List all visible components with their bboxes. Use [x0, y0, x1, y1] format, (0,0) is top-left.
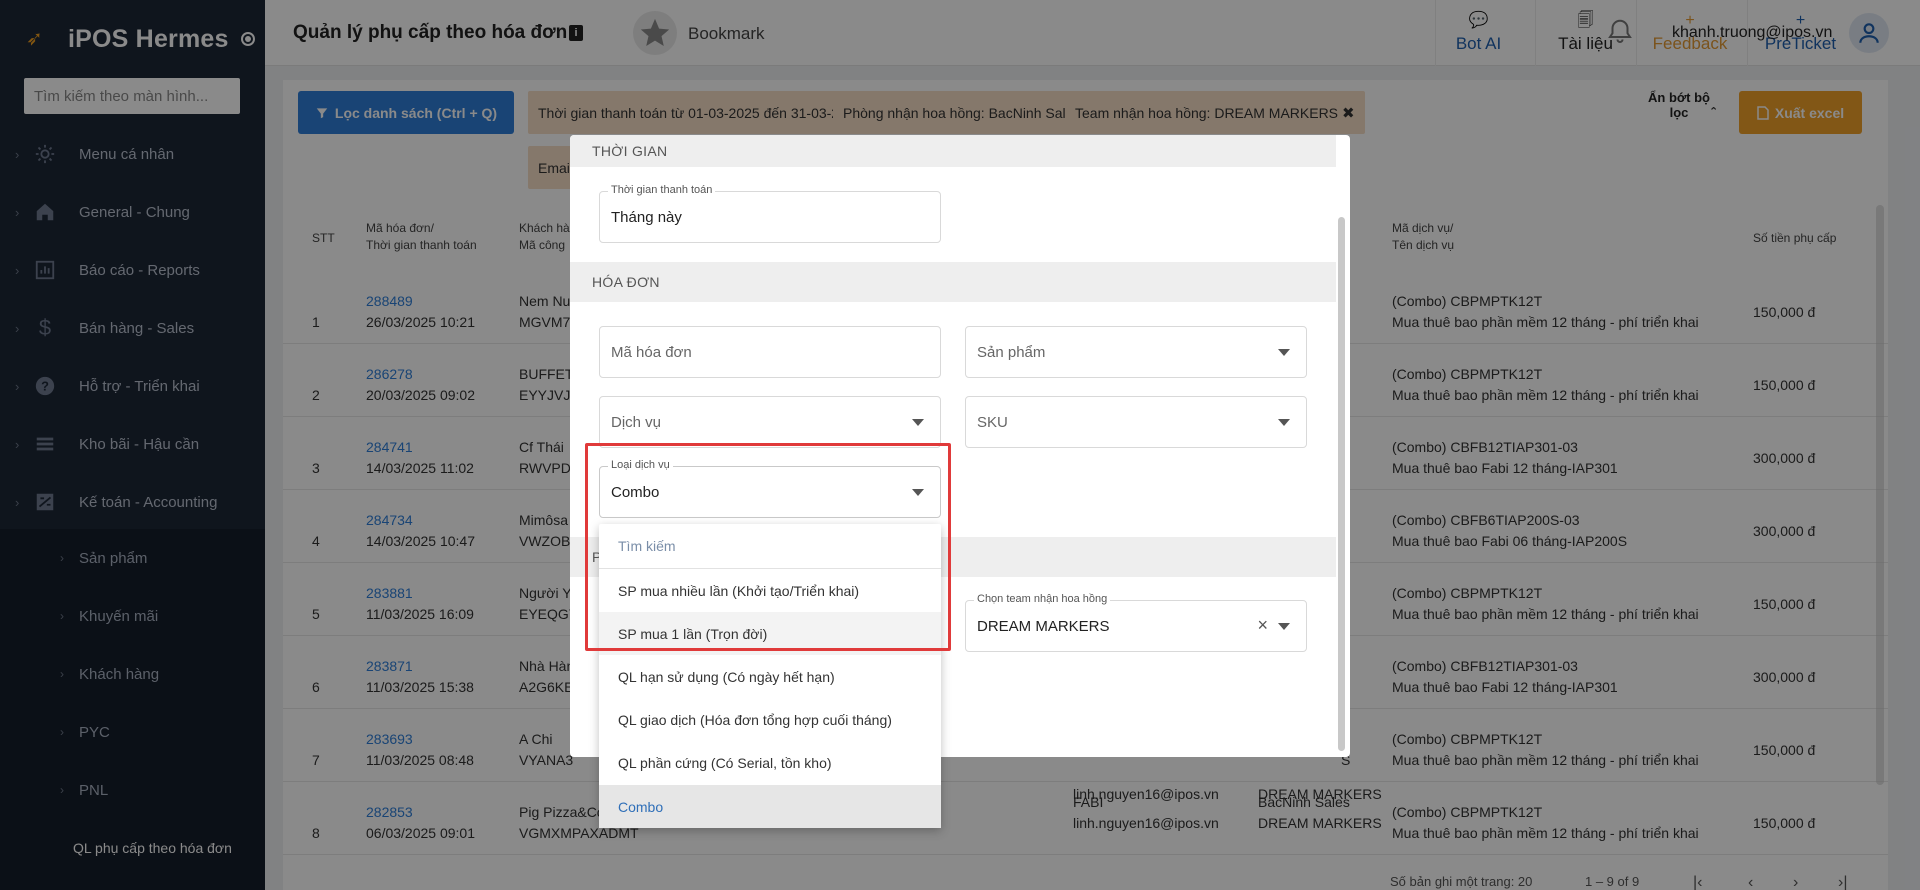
commission-team-select[interactable]: Chọn team nhận hoa hồng DREAM MARKERS × [965, 593, 1307, 652]
field-value: Tháng này [611, 209, 682, 226]
dropdown-option[interactable]: Combo [599, 785, 941, 828]
caret-down-icon[interactable] [912, 419, 924, 426]
clear-icon[interactable]: × [1257, 615, 1268, 636]
caret-down-icon[interactable] [1278, 419, 1290, 426]
field-value: DREAM MARKERS [977, 618, 1110, 635]
field-label: Thời gian thanh toán [608, 184, 716, 196]
field-placeholder: Sản phẩm [977, 344, 1046, 361]
caret-down-icon[interactable] [1278, 349, 1290, 356]
field-placeholder: SKU [977, 414, 1008, 431]
dropdown-option[interactable]: QL hạn sử dụng (Có ngày hết hạn) [599, 655, 941, 698]
product-select[interactable]: Sản phẩm [965, 326, 1307, 378]
caret-down-icon[interactable] [1278, 623, 1290, 630]
payment-time-select[interactable]: Thời gian thanh toán Tháng này [599, 184, 941, 243]
dialog-scrollbar[interactable] [1338, 217, 1345, 751]
dropdown-option[interactable]: QL giao dịch (Hóa đơn tổng hợp cuối thán… [599, 699, 941, 742]
sku-select[interactable]: SKU [965, 396, 1307, 448]
field-placeholder: Mã hóa đơn [611, 344, 692, 361]
field-label: Chọn team nhận hoa hồng [974, 593, 1111, 605]
dropdown-option[interactable]: QL phần cứng (Có Serial, tồn kho) [599, 742, 941, 785]
invoice-code-input[interactable]: Mã hóa đơn [599, 326, 941, 378]
field-placeholder: Dịch vụ [611, 414, 662, 431]
highlight-annotation [585, 443, 951, 651]
section-time: THỜI GIAN [570, 135, 1336, 167]
service-select[interactable]: Dịch vụ [599, 396, 941, 448]
section-invoice: HÓA ĐƠN [570, 262, 1336, 302]
